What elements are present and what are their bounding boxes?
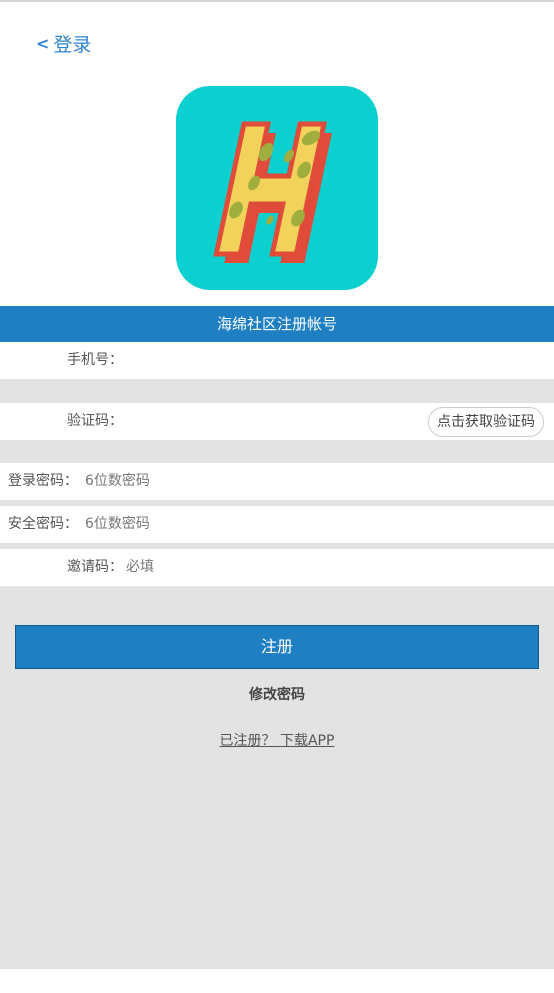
verification-code-label: 验证码： [67,413,123,429]
safe-password-input[interactable]: 6位数密码 [85,506,150,543]
download-app-link-wrapper: 已注册？ 下载APP [0,730,554,750]
safe-password-field[interactable]: 安全密码： 6位数密码 [0,506,554,543]
bottom-bar [0,969,554,993]
download-app-link[interactable]: 已注册？ 下载APP [220,733,335,749]
login-password-label: 登录密码： [8,473,78,489]
login-password-input[interactable]: 6位数密码 [85,463,150,500]
login-password-field[interactable]: 登录密码： 6位数密码 [0,463,554,500]
phone-label: 手机号： [67,352,123,368]
h-letter-logo-icon [176,86,378,290]
register-button[interactable]: 注册 [15,625,539,669]
invite-code-field[interactable]: 邀请码： 必填 [0,549,554,586]
chevron-left-icon: < [36,34,50,53]
safe-password-label: 安全密码： [8,516,78,532]
invite-code-label: 邀请码： [67,559,123,575]
back-to-login-link[interactable]: < 登录 [36,30,91,57]
verification-code-field[interactable]: 验证码： 点击获取验证码 [0,403,554,440]
register-banner: 海绵社区注册帐号 [0,306,554,342]
header-area: < 登录 [0,0,554,306]
change-password-link[interactable]: 修改密码 [0,684,554,704]
status-divider [0,0,554,2]
phone-field[interactable]: 手机号： [0,342,554,379]
get-verification-code-button[interactable]: 点击获取验证码 [428,407,544,437]
back-label: 登录 [53,34,92,56]
invite-code-input[interactable]: 必填 [126,549,154,586]
